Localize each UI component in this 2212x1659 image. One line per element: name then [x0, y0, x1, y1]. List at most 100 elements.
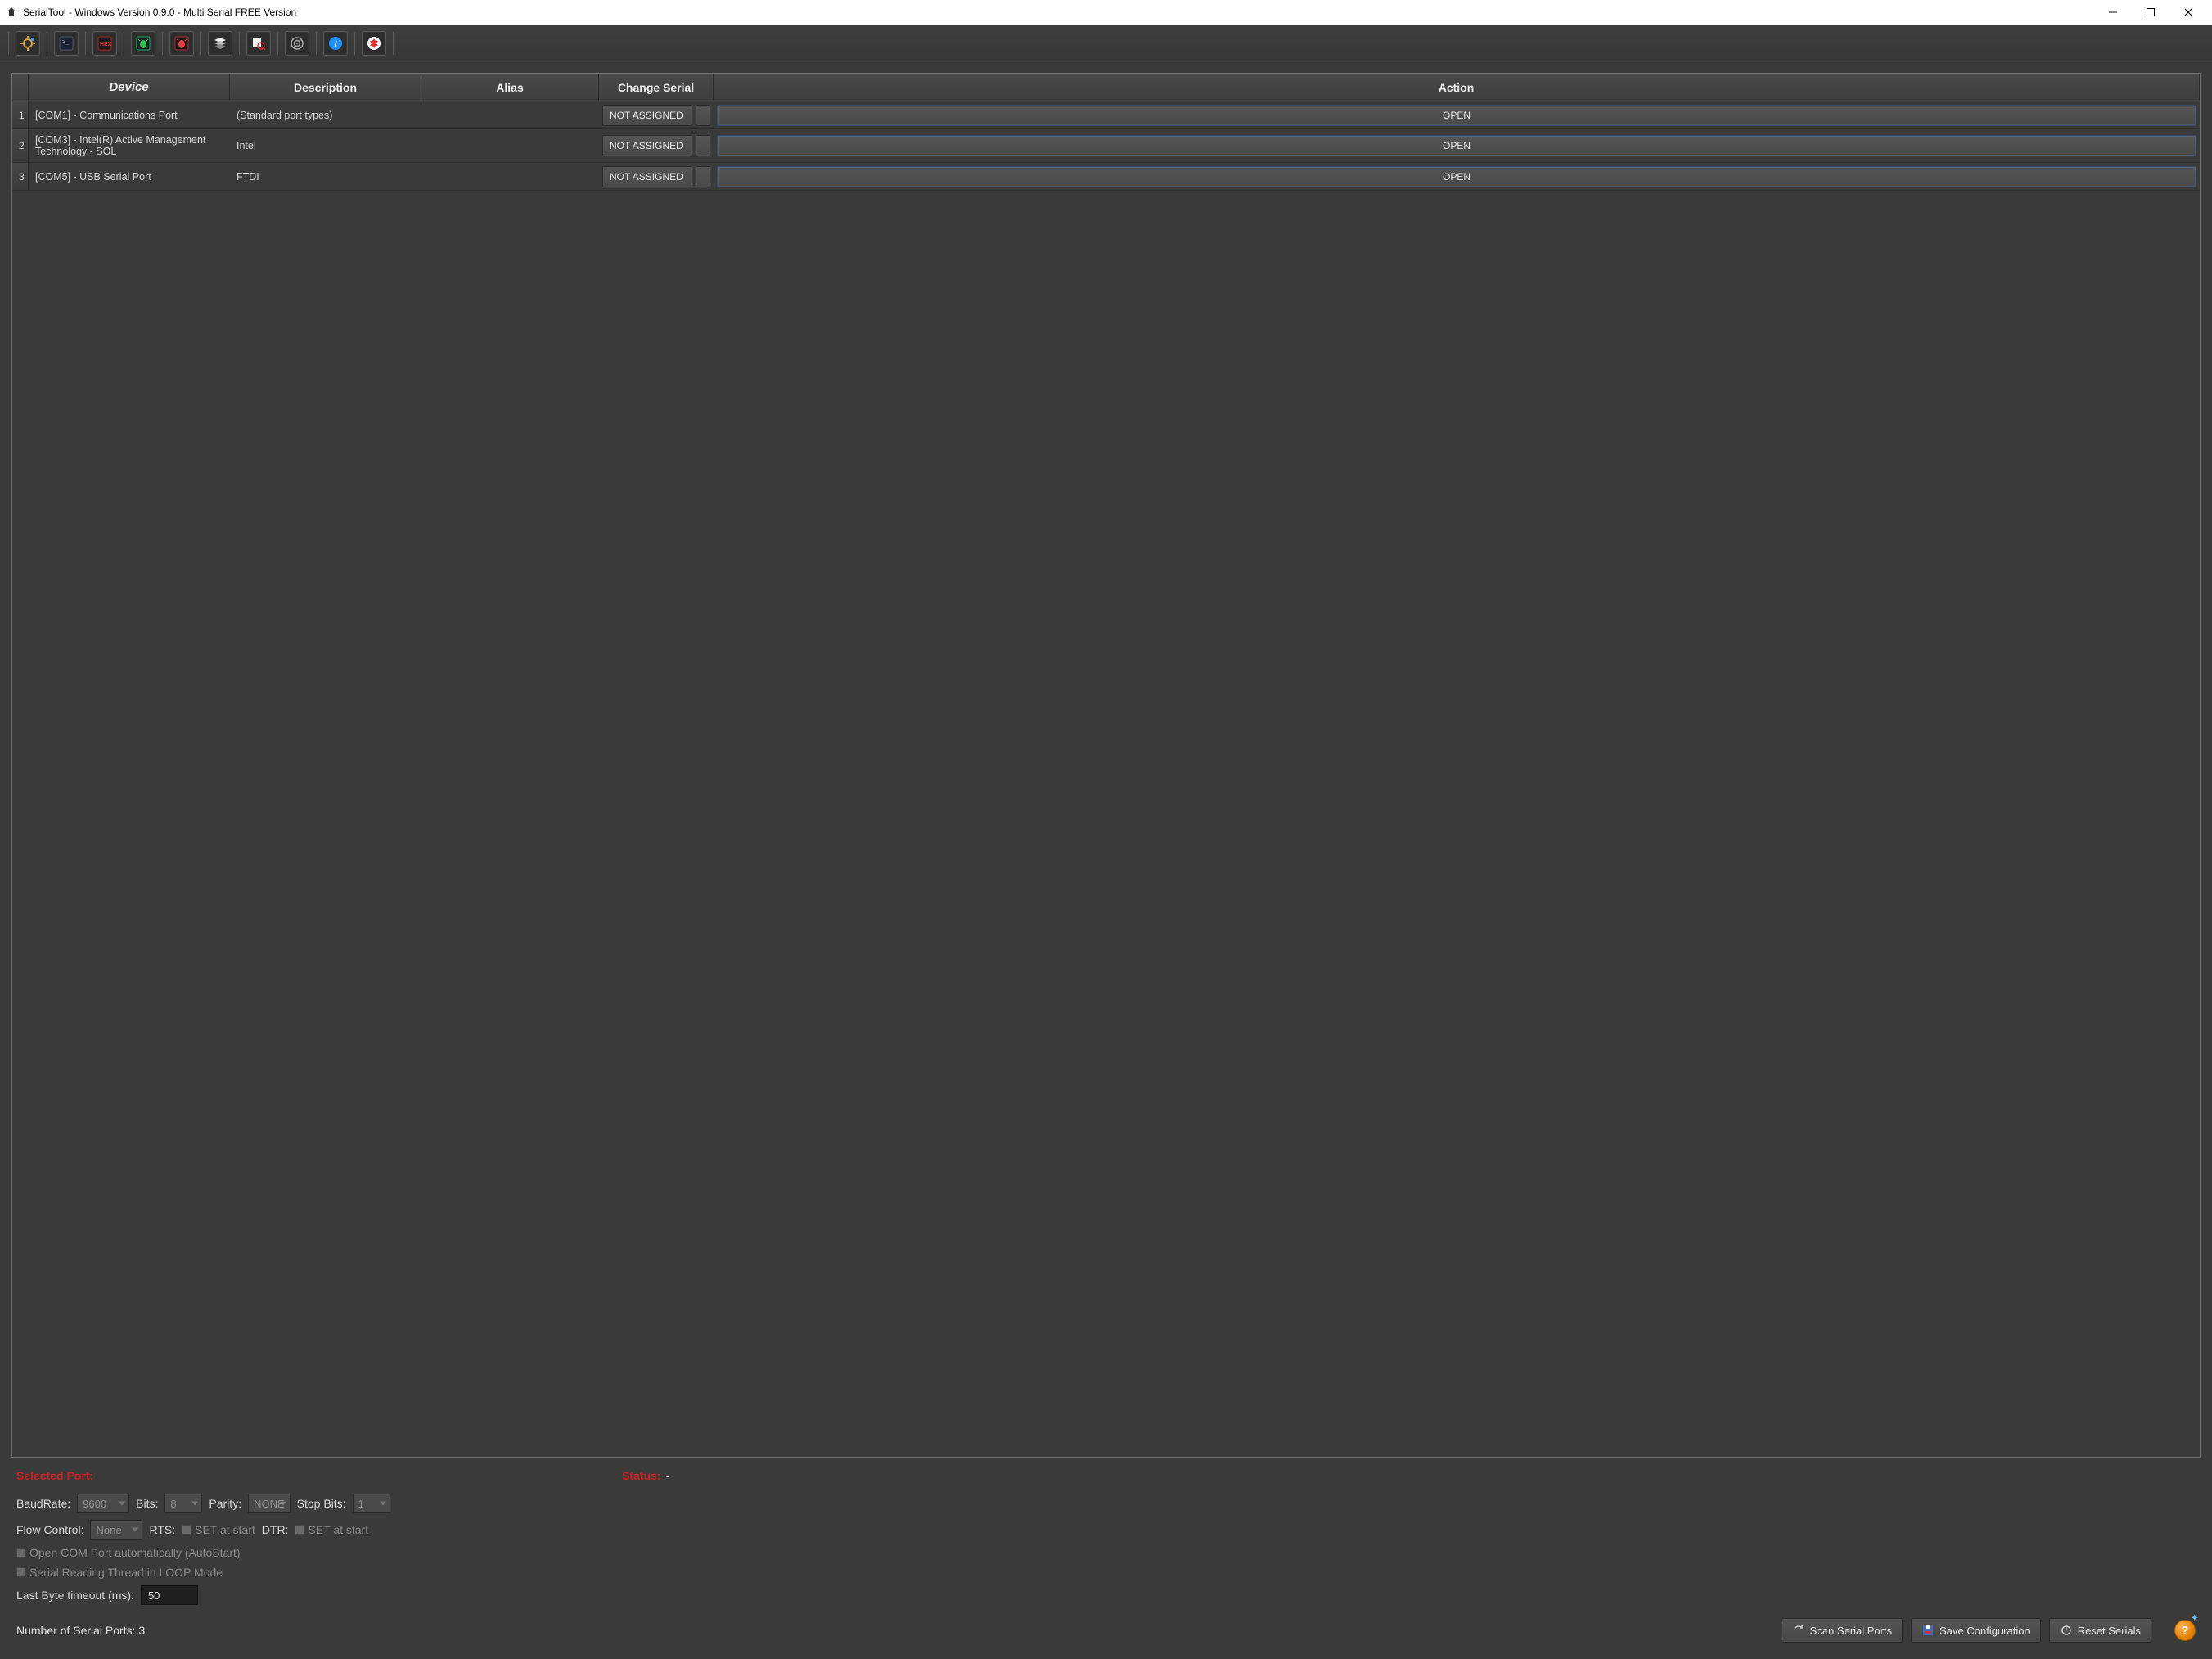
rts-label: RTS: [149, 1523, 175, 1536]
layers-icon[interactable] [208, 31, 232, 56]
stopbits-label: Stop Bits: [297, 1497, 346, 1510]
info-icon[interactable]: i [323, 31, 348, 56]
svg-text:>_: >_ [62, 38, 70, 45]
save-icon [1921, 1624, 1935, 1637]
row-alias [421, 129, 599, 163]
window-title: SerialTool - Windows Version 0.9.0 - Mul… [23, 7, 296, 18]
row-device: [COM3] - Intel(R) Active Management Tech… [29, 129, 230, 163]
col-action-header[interactable]: Action [714, 74, 2200, 101]
save-configuration-button[interactable]: Save Configuration [1911, 1618, 2041, 1643]
change-serial-dropdown[interactable] [696, 166, 710, 187]
lastbyte-row: Last Byte timeout (ms): [16, 1585, 2196, 1605]
hex-icon[interactable]: HEX [92, 31, 117, 56]
target-icon[interactable] [285, 31, 309, 56]
ports-count-label: Number of Serial Ports: 3 [16, 1624, 145, 1637]
flow-label: Flow Control: [16, 1523, 83, 1536]
table-row[interactable]: 2 [COM3] - Intel(R) Active Management Te… [12, 129, 2200, 163]
checkbox-icon [295, 1525, 304, 1535]
col-num-header[interactable] [12, 74, 29, 101]
toolbar-separator [354, 32, 355, 55]
ports-table-container: Device Description Alias Change Serial A… [11, 73, 2201, 1458]
bits-label: Bits: [136, 1497, 158, 1510]
open-port-button[interactable]: OPEN [717, 166, 2196, 187]
row-alias [421, 101, 599, 129]
toolbar-separator [277, 32, 278, 55]
open-port-button[interactable]: OPEN [717, 135, 2196, 156]
minimize-button[interactable] [2094, 0, 2132, 25]
loop-row: Serial Reading Thread in LOOP Mode [16, 1566, 2196, 1579]
toolbar-separator [162, 32, 163, 55]
row-num: 1 [12, 101, 29, 129]
bits-select[interactable]: 8 [164, 1494, 202, 1513]
col-change-header[interactable]: Change Serial [599, 74, 714, 101]
reset-icon [2060, 1624, 2073, 1637]
change-serial-button[interactable]: NOT ASSIGNED [602, 135, 692, 156]
autostart-row: Open COM Port automatically (AutoStart) [16, 1546, 2196, 1559]
status-label: Status: [622, 1469, 660, 1482]
help-button[interactable]: ? [2174, 1620, 2196, 1641]
settings-icon[interactable] [16, 31, 40, 56]
baudrate-select[interactable]: 9600 [77, 1494, 129, 1513]
client-area: >_ HEX [0, 25, 2212, 1659]
change-serial-dropdown[interactable] [696, 105, 710, 126]
toolbar: >_ HEX [0, 25, 2212, 61]
toolbar-separator [239, 32, 240, 55]
serial-params-row: BaudRate: 9600 Bits: 8 Parity: NONE Stop… [16, 1494, 2196, 1513]
status-value: - [666, 1469, 670, 1482]
change-serial-button[interactable]: NOT ASSIGNED [602, 166, 692, 187]
open-port-button[interactable]: OPEN [717, 105, 2196, 126]
bug-red-icon[interactable] [169, 31, 194, 56]
rts-checkbox[interactable]: SET at start [182, 1523, 255, 1536]
row-description: Intel [230, 129, 421, 163]
toolbar-separator [393, 32, 394, 55]
bug-green-icon[interactable] [131, 31, 155, 56]
autostart-checkbox[interactable]: Open COM Port automatically (AutoStart) [16, 1546, 241, 1559]
toolbar-separator [316, 32, 317, 55]
checkbox-icon [16, 1567, 26, 1577]
row-device: [COM5] - USB Serial Port [29, 163, 230, 191]
reset-serials-button[interactable]: Reset Serials [2049, 1618, 2151, 1643]
baudrate-label: BaudRate: [16, 1497, 70, 1510]
content: Device Description Alias Change Serial A… [0, 61, 2212, 1659]
flow-select[interactable]: None [90, 1520, 142, 1540]
change-serial-dropdown[interactable] [696, 135, 710, 156]
dtr-label: DTR: [262, 1523, 289, 1536]
table-row[interactable]: 1 [COM1] - Communications Port (Standard… [12, 101, 2200, 129]
footer-row: Number of Serial Ports: 3 Scan Serial Po… [11, 1615, 2201, 1648]
row-description: (Standard port types) [230, 101, 421, 129]
app-icon [5, 6, 18, 19]
window: SerialTool - Windows Version 0.9.0 - Mul… [0, 0, 2212, 1659]
toolbar-separator [85, 32, 86, 55]
lastbyte-input[interactable] [141, 1585, 198, 1605]
change-serial-button[interactable]: NOT ASSIGNED [602, 105, 692, 126]
dtr-checkbox[interactable]: SET at start [295, 1523, 368, 1536]
table-row[interactable]: 3 [COM5] - USB Serial Port FTDI NOT ASSI… [12, 163, 2200, 191]
medical-icon[interactable] [362, 31, 386, 56]
col-alias-header[interactable]: Alias [421, 74, 599, 101]
status-row: Selected Port: Status: - [11, 1466, 2201, 1484]
row-num: 3 [12, 163, 29, 191]
refresh-icon [1792, 1624, 1805, 1637]
toolbar-separator [200, 32, 201, 55]
col-description-header[interactable]: Description [230, 74, 421, 101]
loop-checkbox[interactable]: Serial Reading Thread in LOOP Mode [16, 1566, 223, 1579]
ports-table: Device Description Alias Change Serial A… [12, 74, 2200, 191]
close-button[interactable] [2169, 0, 2207, 25]
row-num: 2 [12, 129, 29, 163]
row-alias [421, 163, 599, 191]
scan-ports-button[interactable]: Scan Serial Ports [1782, 1618, 1903, 1643]
maximize-button[interactable] [2132, 0, 2169, 25]
row-description: FTDI [230, 163, 421, 191]
parity-label: Parity: [209, 1497, 241, 1510]
checkbox-icon [16, 1548, 26, 1558]
checkbox-icon [182, 1525, 191, 1535]
search-tag-icon[interactable] [246, 31, 271, 56]
terminal-icon[interactable]: >_ [54, 31, 79, 56]
lastbyte-label: Last Byte timeout (ms): [16, 1589, 134, 1602]
stopbits-select[interactable]: 1 [353, 1494, 390, 1513]
row-device: [COM1] - Communications Port [29, 101, 230, 129]
svg-text:HEX: HEX [100, 42, 112, 47]
parity-select[interactable]: NONE [248, 1494, 291, 1513]
col-device-header[interactable]: Device [29, 74, 230, 101]
toolbar-separator [8, 32, 9, 55]
